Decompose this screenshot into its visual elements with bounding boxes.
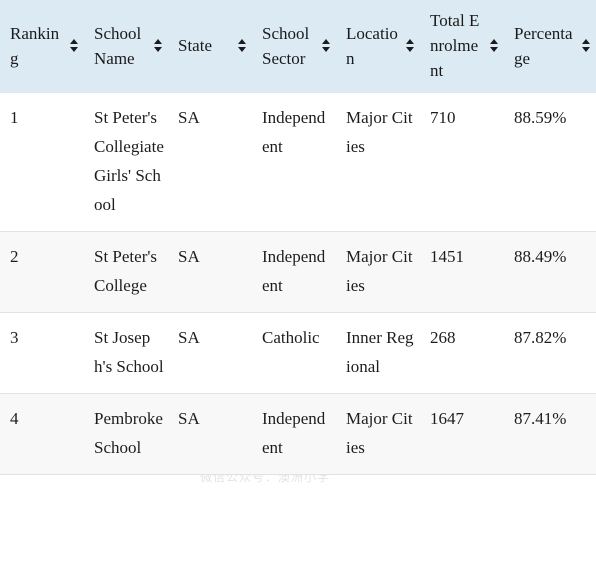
cell-percentage: 88.49% [504,231,596,313]
column-header-school-sector-label: School Sector [262,23,310,68]
cell-school-sector: Independent [252,231,336,313]
column-header-location-label: Location [346,23,398,68]
column-header-school-name[interactable]: School Name [84,0,168,93]
cell-location: Major Cities [336,231,420,313]
cell-school-sector: Independent [252,393,336,475]
column-header-state[interactable]: State [168,0,252,93]
cell-ranking: 4 [0,393,84,475]
cell-school-name: St Peter's College [84,231,168,313]
ranking-table-container: 微信公众号：澳洲小学 微信公众号：澳洲小学 Ranking School Nam… [0,0,596,561]
cell-location: Major Cities [336,393,420,475]
cell-total-enrolment: 1647 [420,393,504,475]
cell-state: SA [168,312,252,394]
cell-ranking: 1 [0,93,84,232]
column-header-school-name-label: School Name [94,23,142,68]
cell-percentage: 87.82% [504,312,596,394]
school-ranking-table: Ranking School Name State School Sector … [0,0,596,475]
table-row[interactable]: 1 St Peter's Collegiate Girls' School SA… [0,93,596,232]
cell-total-enrolment: 710 [420,93,504,232]
cell-school-name: St Joseph's School [84,312,168,394]
column-header-state-label: State [178,36,212,55]
cell-percentage: 88.59% [504,93,596,232]
sort-updown-icon[interactable] [488,35,501,57]
sort-updown-icon[interactable] [68,35,81,57]
column-header-total-enrolment[interactable]: Total Enrolment [420,0,504,93]
sort-updown-icon[interactable] [320,35,333,57]
table-row[interactable]: 2 St Peter's College SA Independent Majo… [0,231,596,313]
cell-state: SA [168,93,252,232]
sort-updown-icon[interactable] [580,35,593,57]
table-header: Ranking School Name State School Sector … [0,0,596,93]
table-header-row: Ranking School Name State School Sector … [0,0,596,93]
cell-ranking: 2 [0,231,84,313]
cell-percentage: 87.41% [504,393,596,475]
table-row[interactable]: 3 St Joseph's School SA Catholic Inner R… [0,312,596,394]
column-header-ranking-label: Ranking [10,23,60,68]
sort-updown-icon[interactable] [236,35,249,57]
table-body: 1 St Peter's Collegiate Girls' School SA… [0,93,596,475]
cell-school-sector: Catholic [252,312,336,394]
column-header-school-sector[interactable]: School Sector [252,0,336,93]
column-header-location[interactable]: Location [336,0,420,93]
sort-updown-icon[interactable] [152,35,165,57]
cell-location: Inner Regional [336,312,420,394]
cell-location: Major Cities [336,93,420,232]
column-header-total-enrolment-label: Total Enrolment [430,11,480,80]
column-header-ranking[interactable]: Ranking [0,0,84,93]
column-header-percentage-label: Percentage [514,23,573,68]
cell-school-name: St Peter's Collegiate Girls' School [84,93,168,232]
column-header-percentage[interactable]: Percentage [504,0,596,93]
cell-total-enrolment: 1451 [420,231,504,313]
cell-state: SA [168,231,252,313]
cell-total-enrolment: 268 [420,312,504,394]
sort-updown-icon[interactable] [404,35,417,57]
cell-school-name: Pembroke School [84,393,168,475]
cell-state: SA [168,393,252,475]
cell-ranking: 3 [0,312,84,394]
cell-school-sector: Independent [252,93,336,232]
table-row[interactable]: 4 Pembroke School SA Independent Major C… [0,393,596,475]
